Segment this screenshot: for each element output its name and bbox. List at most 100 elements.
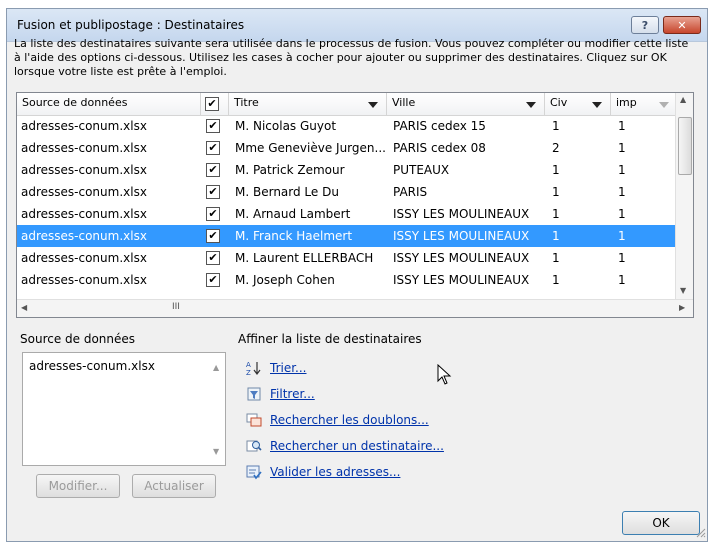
row-checkbox[interactable]: ✔ (206, 251, 220, 265)
cell-source: adresses-conum.xlsx (21, 207, 147, 221)
cell-civ: 1 (552, 273, 560, 287)
data-source-section-label: Source de données (20, 332, 136, 346)
column-header-titre[interactable]: Titre (229, 93, 387, 115)
column-header-label: Ville (392, 96, 416, 109)
column-header-imp[interactable]: imp (611, 93, 677, 115)
cell-ville: ISSY LES MOULINEAUX (393, 273, 530, 287)
scroll-up-icon[interactable]: ▲ (680, 95, 686, 104)
duplicates-link-row[interactable]: Rechercher les doublons... (246, 410, 429, 430)
column-header-label: Source de données (22, 96, 128, 109)
dropdown-arrow-icon[interactable] (526, 102, 536, 108)
row-checkbox[interactable]: ✔ (206, 207, 220, 221)
cell-source: adresses-conum.xlsx (21, 185, 147, 199)
table-row[interactable]: adresses-conum.xlsx ✔ M. Franck Haelmert IS… (17, 225, 677, 247)
row-checkbox[interactable]: ✔ (206, 141, 220, 155)
row-checkbox[interactable]: ✔ (206, 163, 220, 177)
recipients-grid: Source de données ✔ Titre Ville Civ imp … (16, 92, 694, 318)
column-header-ville[interactable]: Ville (387, 93, 545, 115)
help-icon: ? (641, 18, 649, 32)
horizontal-scrollbar[interactable]: ◀ III ▶ (17, 299, 693, 317)
vertical-scrollbar[interactable]: ▲ ▼ (675, 93, 693, 301)
cell-imp: 1 (618, 251, 626, 265)
cell-ville: PARIS (393, 185, 428, 199)
scroll-left-icon[interactable]: ◀ (21, 303, 27, 312)
filter-link-row[interactable]: Filtrer... (246, 384, 315, 404)
select-all-checkbox[interactable]: ✔ (205, 97, 219, 111)
sort-icon: AZ (246, 360, 262, 376)
cell-imp: 1 (618, 207, 626, 221)
scroll-up-icon[interactable]: ▲ (213, 363, 219, 372)
scroll-grip[interactable]: III (172, 302, 180, 312)
cell-imp: 1 (618, 229, 626, 243)
find-recipient-link-row[interactable]: Rechercher un destinataire... (246, 436, 444, 456)
table-row[interactable]: adresses-conum.xlsx ✔ Mme Geneviève Jurgen… (17, 137, 677, 159)
column-header-check[interactable]: ✔ (201, 93, 229, 115)
cell-civ: 2 (552, 141, 560, 155)
cell-civ: 1 (552, 251, 560, 265)
dropdown-arrow-icon[interactable] (592, 102, 602, 108)
validate-icon (246, 464, 262, 480)
scroll-down-icon[interactable]: ▼ (213, 447, 219, 456)
validate-link[interactable]: Valider les adresses... (270, 465, 400, 479)
cell-ville: PARIS cedex 15 (393, 119, 486, 133)
column-header-label: imp (616, 96, 637, 109)
close-button[interactable]: ✕ (663, 16, 701, 34)
cell-source: adresses-conum.xlsx (21, 273, 147, 287)
column-header-source[interactable]: Source de données (17, 93, 201, 115)
cell-ville: ISSY LES MOULINEAUX (393, 229, 530, 243)
dropdown-arrow-icon[interactable] (659, 102, 669, 108)
table-row[interactable]: adresses-conum.xlsx ✔ M. Arnaud Lambert ISS… (17, 203, 677, 225)
svg-text:A: A (246, 361, 251, 369)
intro-text: La liste des destinataires suivante sera… (14, 37, 689, 78)
find-recipient-icon (246, 438, 262, 454)
validate-link-row[interactable]: Valider les adresses... (246, 462, 400, 482)
column-header-label: Titre (234, 96, 259, 109)
refresh-button[interactable]: Actualiser (132, 474, 216, 498)
ok-button[interactable]: OK (622, 511, 700, 535)
row-checkbox[interactable]: ✔ (206, 229, 220, 243)
sort-link[interactable]: Trier... (270, 361, 307, 375)
dialog-title: Fusion et publipostage : Destinataires (17, 18, 245, 32)
column-header-civ[interactable]: Civ (545, 93, 611, 115)
table-row[interactable]: adresses-conum.xlsx ✔ M. Laurent ELLERBACH… (17, 247, 677, 269)
cell-source: adresses-conum.xlsx (21, 251, 147, 265)
close-icon: ✕ (677, 18, 687, 32)
cell-imp: 1 (618, 141, 626, 155)
sort-link-row[interactable]: AZ Trier... (246, 358, 307, 378)
filter-link[interactable]: Filtrer... (270, 387, 315, 401)
cell-imp: 1 (618, 119, 626, 133)
row-checkbox[interactable]: ✔ (206, 119, 220, 133)
find-recipient-link[interactable]: Rechercher un destinataire... (270, 439, 444, 453)
table-row[interactable]: adresses-conum.xlsx ✔ M. Nicolas Guyot PARI… (17, 115, 677, 137)
row-checkbox[interactable]: ✔ (206, 273, 220, 287)
modify-button[interactable]: Modifier... (36, 474, 120, 498)
cell-source: adresses-conum.xlsx (21, 163, 147, 177)
cell-ville: ISSY LES MOULINEAUX (393, 251, 530, 265)
table-row[interactable]: adresses-conum.xlsx ✔ M. Bernard Le Du PARI… (17, 181, 677, 203)
row-checkbox[interactable]: ✔ (206, 185, 220, 199)
duplicates-link[interactable]: Rechercher les doublons... (270, 413, 429, 427)
cell-civ: 1 (552, 185, 560, 199)
help-button[interactable]: ? (631, 16, 659, 34)
scroll-down-icon[interactable]: ▼ (680, 286, 686, 295)
cell-titre: M. Nicolas Guyot (235, 119, 337, 133)
cell-imp: 1 (618, 163, 626, 177)
scroll-thumb[interactable] (678, 117, 692, 175)
table-row[interactable]: adresses-conum.xlsx ✔ M. Patrick Zemour PUT… (17, 159, 677, 181)
cell-source: adresses-conum.xlsx (21, 141, 147, 155)
svg-text:Z: Z (246, 369, 251, 376)
dropdown-arrow-icon[interactable] (368, 102, 378, 108)
cell-civ: 1 (552, 119, 560, 133)
data-source-list[interactable]: adresses-conum.xlsx ▲ ▼ (22, 352, 226, 466)
cell-ville: PUTEAUX (393, 163, 450, 177)
cell-titre: M. Bernard Le Du (235, 185, 339, 199)
scroll-right-icon[interactable]: ▶ (679, 303, 685, 312)
duplicates-icon (246, 412, 262, 428)
cell-source: adresses-conum.xlsx (21, 229, 147, 243)
filter-icon (246, 386, 262, 402)
list-item[interactable]: adresses-conum.xlsx (29, 359, 155, 373)
table-row[interactable]: adresses-conum.xlsx ✔ M. Joseph Cohen ISSY … (17, 269, 677, 291)
resize-grip-icon[interactable] (694, 526, 706, 538)
cell-civ: 1 (552, 207, 560, 221)
grid-header: Source de données ✔ Titre Ville Civ imp (17, 93, 677, 116)
